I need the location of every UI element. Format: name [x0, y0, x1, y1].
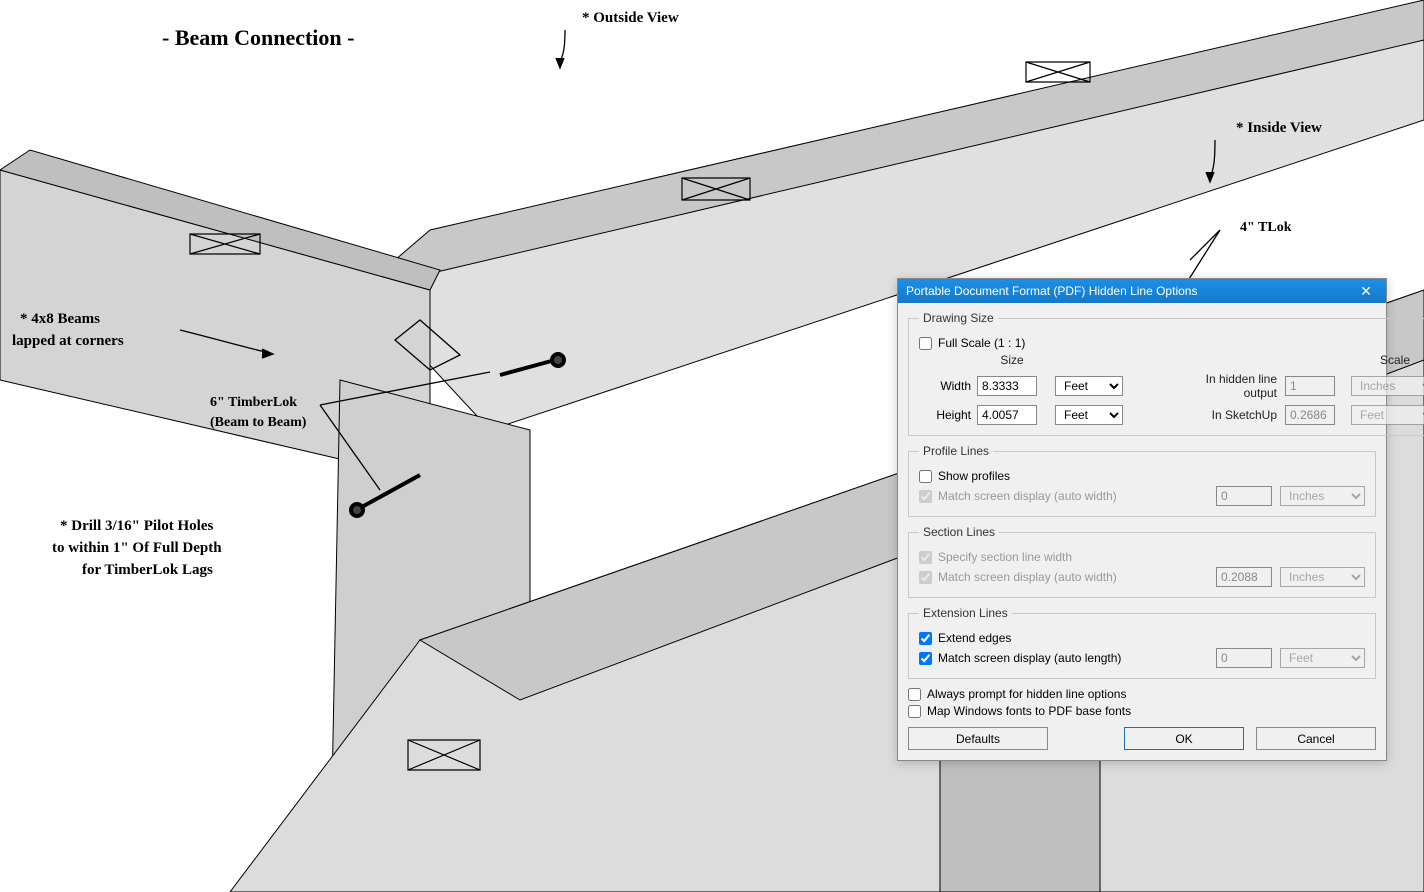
checkbox-section-specify-input [919, 551, 932, 564]
label-beams-lapped-2: lapped at corners [12, 333, 124, 350]
input-hidden-scale [1285, 376, 1335, 396]
legend-extension-lines: Extension Lines [919, 606, 1012, 620]
checkbox-section-match: Match screen display (auto width) [919, 570, 1216, 584]
checkbox-full-scale-input[interactable] [919, 337, 932, 350]
checkbox-profile-match-input [919, 490, 932, 503]
ok-button[interactable]: OK [1124, 727, 1244, 750]
defaults-button[interactable]: Defaults [908, 727, 1048, 750]
label-pilot-2: to within 1" Of Full Depth [52, 540, 222, 557]
checkbox-extension-match-input[interactable] [919, 652, 932, 665]
legend-section-lines: Section Lines [919, 525, 999, 539]
input-height[interactable] [977, 405, 1037, 425]
label-tlok: 4" TLok [1240, 220, 1291, 236]
drawing-title: - Beam Connection - [162, 25, 354, 51]
legend-drawing-size: Drawing Size [919, 311, 998, 325]
checkbox-extend-edges[interactable]: Extend edges [919, 631, 1365, 645]
checkbox-map-fonts-label: Map Windows fonts to PDF base fonts [927, 704, 1131, 718]
checkbox-show-profiles[interactable]: Show profiles [919, 469, 1365, 483]
select-width-unit[interactable]: Feet [1055, 376, 1123, 396]
group-section-lines: Section Lines Specify section line width… [908, 525, 1376, 598]
label-hidden-line-output: In hidden line output [1175, 372, 1285, 400]
checkbox-map-fonts[interactable]: Map Windows fonts to PDF base fonts [908, 704, 1376, 718]
pdf-hidden-line-options-dialog: Portable Document Format (PDF) Hidden Li… [897, 278, 1387, 761]
input-extension-length [1216, 648, 1272, 668]
select-height-unit[interactable]: Feet [1055, 405, 1123, 425]
select-extension-unit: Feet [1280, 648, 1365, 668]
select-section-unit: Inches [1280, 567, 1365, 587]
label-height: Height [919, 408, 977, 422]
checkbox-section-specify: Specify section line width [919, 550, 1365, 564]
label-size-header: Size [977, 353, 1047, 367]
input-section-width [1216, 567, 1272, 587]
label-pilot-3: for TimberLok Lags [82, 562, 213, 579]
label-width: Width [919, 379, 977, 393]
checkbox-profile-match-label: Match screen display (auto width) [938, 489, 1117, 503]
checkbox-section-match-input [919, 571, 932, 584]
dialog-titlebar[interactable]: Portable Document Format (PDF) Hidden Li… [898, 279, 1386, 303]
checkbox-full-scale-label: Full Scale (1 : 1) [938, 336, 1025, 350]
input-width[interactable] [977, 376, 1037, 396]
checkbox-always-prompt[interactable]: Always prompt for hidden line options [908, 687, 1376, 701]
label-timberlok-2: (Beam to Beam) [210, 415, 306, 431]
label-outside-view: * Outside View [582, 10, 679, 27]
group-extension-lines: Extension Lines Extend edges Match scree… [908, 606, 1376, 679]
legend-profile-lines: Profile Lines [919, 444, 993, 458]
label-inside-view: * Inside View [1236, 120, 1322, 137]
label-beams-lapped-1: * 4x8 Beams [20, 311, 100, 328]
group-profile-lines: Profile Lines Show profiles Match screen… [908, 444, 1376, 517]
checkbox-full-scale[interactable]: Full Scale (1 : 1) [919, 336, 1424, 350]
checkbox-show-profiles-label: Show profiles [938, 469, 1010, 483]
checkbox-extension-match-label: Match screen display (auto length) [938, 651, 1121, 665]
select-profile-unit: Inches [1280, 486, 1365, 506]
label-scale-header: Scale [1351, 353, 1424, 367]
checkbox-section-match-label: Match screen display (auto width) [938, 570, 1117, 584]
group-drawing-size: Drawing Size Full Scale (1 : 1) Size Sca… [908, 311, 1424, 436]
label-timberlok-1: 6" TimberLok [210, 395, 297, 411]
checkbox-extension-match[interactable]: Match screen display (auto length) [919, 651, 1216, 665]
select-sketchup-scale-unit: Feet [1351, 405, 1424, 425]
checkbox-extend-edges-input[interactable] [919, 632, 932, 645]
close-icon[interactable]: ✕ [1352, 281, 1380, 301]
label-pilot-1: * Drill 3/16" Pilot Holes [60, 518, 213, 535]
checkbox-always-prompt-input[interactable] [908, 688, 921, 701]
checkbox-extend-edges-label: Extend edges [938, 631, 1011, 645]
input-profile-width [1216, 486, 1272, 506]
checkbox-section-specify-label: Specify section line width [938, 550, 1072, 564]
cancel-button[interactable]: Cancel [1256, 727, 1376, 750]
input-sketchup-scale [1285, 405, 1335, 425]
label-in-sketchup: In SketchUp [1175, 408, 1285, 422]
select-hidden-scale-unit: Inches [1351, 376, 1424, 396]
dialog-title: Portable Document Format (PDF) Hidden Li… [906, 284, 1352, 298]
checkbox-show-profiles-input[interactable] [919, 470, 932, 483]
checkbox-map-fonts-input[interactable] [908, 705, 921, 718]
checkbox-always-prompt-label: Always prompt for hidden line options [927, 687, 1126, 701]
checkbox-profile-match: Match screen display (auto width) [919, 489, 1216, 503]
